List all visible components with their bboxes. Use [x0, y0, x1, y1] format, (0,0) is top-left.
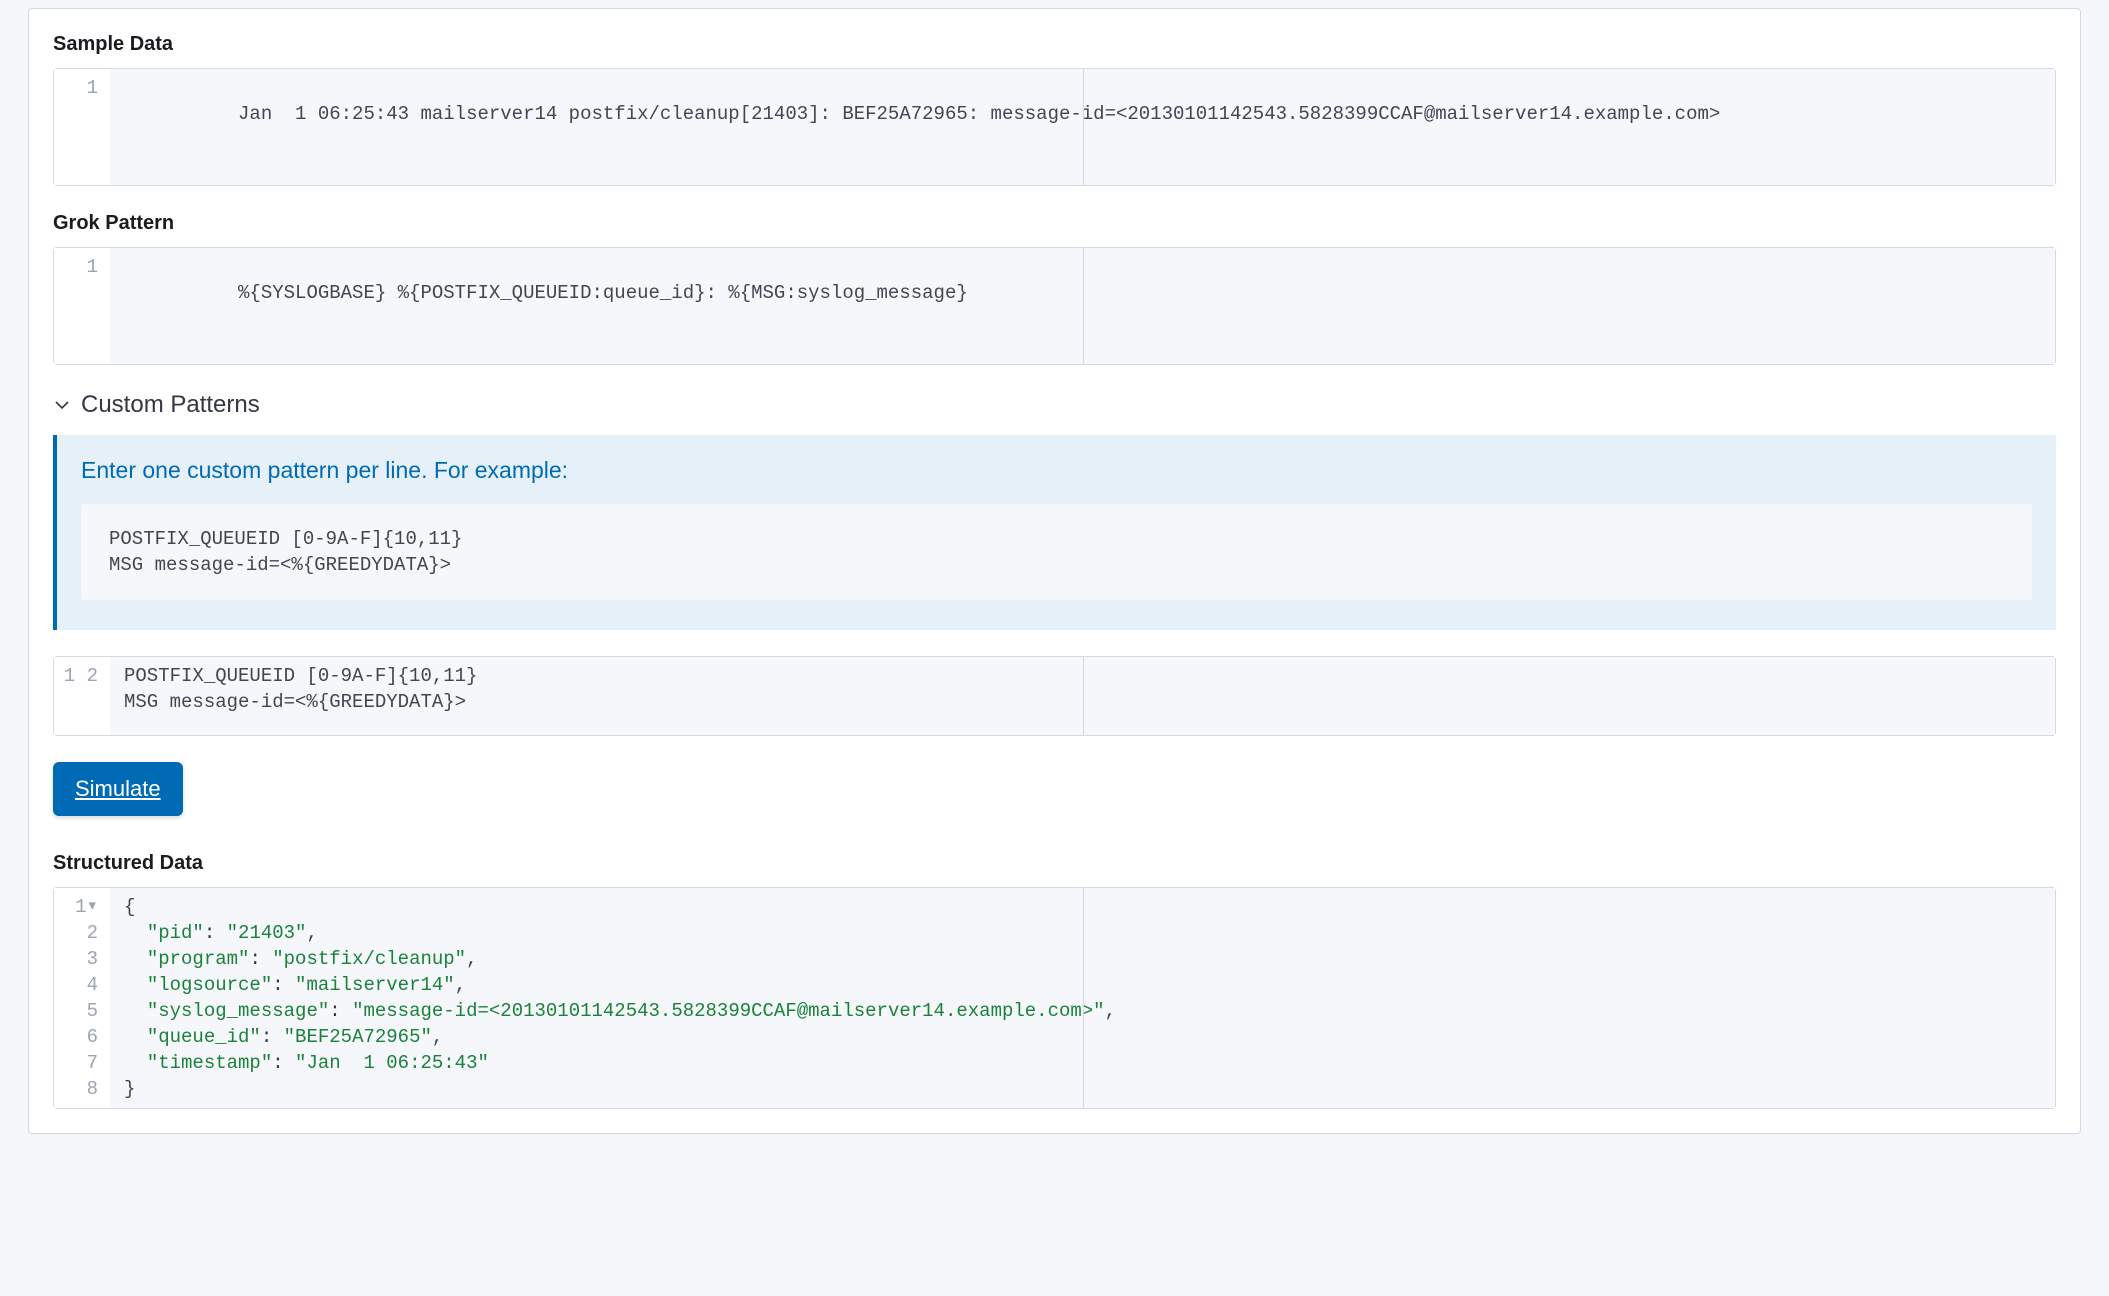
- custom-patterns-editor[interactable]: 1 2 POSTFIX_QUEUEID [0-9A-F]{10,11} MSG …: [53, 656, 2056, 736]
- grok-debugger-panel: Sample Data 1 Jan 1 06:25:43 mailserver1…: [28, 8, 2081, 1134]
- editor-center-guide: [1083, 248, 1084, 364]
- code-line: %{SYSLOGBASE} %{POSTFIX_QUEUEID:queue_id…: [238, 282, 968, 304]
- sample-data-gutter: 1: [54, 69, 110, 185]
- editor-center-guide: [1083, 69, 1084, 185]
- structured-data-editor[interactable]: 1▾ 2 3 4 5 6 7 8 { "pid": "21403", "prog…: [53, 887, 2056, 1109]
- code-line: MSG message-id=<%{GREEDYDATA}>: [124, 691, 466, 713]
- chevron-down-icon: [53, 396, 71, 414]
- sample-data-label: Sample Data: [53, 33, 2056, 56]
- custom-patterns-block: Custom Patterns Enter one custom pattern…: [53, 391, 2056, 736]
- structured-data-gutter: 1▾ 2 3 4 5 6 7 8: [54, 888, 110, 1108]
- custom-patterns-code[interactable]: POSTFIX_QUEUEID [0-9A-F]{10,11} MSG mess…: [110, 657, 2055, 735]
- callout-line-2: MSG message-id=<%{GREEDYDATA}>: [109, 554, 451, 576]
- sample-data-editor[interactable]: 1 Jan 1 06:25:43 mailserver14 postfix/cl…: [53, 68, 2056, 186]
- grok-pattern-editor[interactable]: 1 %{SYSLOGBASE} %{POSTFIX_QUEUEID:queue_…: [53, 247, 2056, 365]
- json-line: "pid": "21403",: [124, 920, 2041, 946]
- custom-patterns-gutter: 1 2: [54, 657, 110, 735]
- grok-pattern-code[interactable]: %{SYSLOGBASE} %{POSTFIX_QUEUEID:queue_id…: [110, 248, 2055, 364]
- callout-example: POSTFIX_QUEUEID [0-9A-F]{10,11} MSG mess…: [81, 504, 2032, 600]
- sample-data-block: Sample Data 1 Jan 1 06:25:43 mailserver1…: [53, 33, 2056, 186]
- custom-patterns-callout: Enter one custom pattern per line. For e…: [53, 435, 2056, 630]
- structured-data-code[interactable]: { "pid": "21403", "program": "postfix/cl…: [110, 888, 2055, 1108]
- json-line: "syslog_message": "message-id=<201301011…: [124, 998, 2041, 1024]
- code-line: POSTFIX_QUEUEID [0-9A-F]{10,11}: [124, 665, 477, 687]
- grok-pattern-block: Grok Pattern 1 %{SYSLOGBASE} %{POSTFIX_Q…: [53, 212, 2056, 365]
- json-line: "timestamp": "Jan 1 06:25:43": [124, 1050, 2041, 1076]
- simulate-button[interactable]: Simulate: [53, 762, 183, 816]
- json-line: {: [124, 894, 2041, 920]
- callout-title: Enter one custom pattern per line. For e…: [81, 457, 2032, 484]
- grok-pattern-label: Grok Pattern: [53, 212, 2056, 235]
- structured-data-block: Structured Data 1▾ 2 3 4 5 6 7 8 { "pid"…: [53, 852, 2056, 1109]
- json-line: "logsource": "mailserver14",: [124, 972, 2041, 998]
- json-line: }: [124, 1076, 2041, 1102]
- json-line: "program": "postfix/cleanup",: [124, 946, 2041, 972]
- sample-data-code[interactable]: Jan 1 06:25:43 mailserver14 postfix/clea…: [110, 69, 2055, 185]
- custom-patterns-label: Custom Patterns: [81, 391, 260, 419]
- grok-pattern-gutter: 1: [54, 248, 110, 364]
- structured-data-label: Structured Data: [53, 852, 2056, 875]
- callout-line-1: POSTFIX_QUEUEID [0-9A-F]{10,11}: [109, 528, 462, 550]
- json-line: "queue_id": "BEF25A72965",: [124, 1024, 2041, 1050]
- editor-center-guide: [1083, 657, 1084, 735]
- code-line: Jan 1 06:25:43 mailserver14 postfix/clea…: [238, 103, 1720, 125]
- custom-patterns-toggle[interactable]: Custom Patterns: [53, 391, 2056, 419]
